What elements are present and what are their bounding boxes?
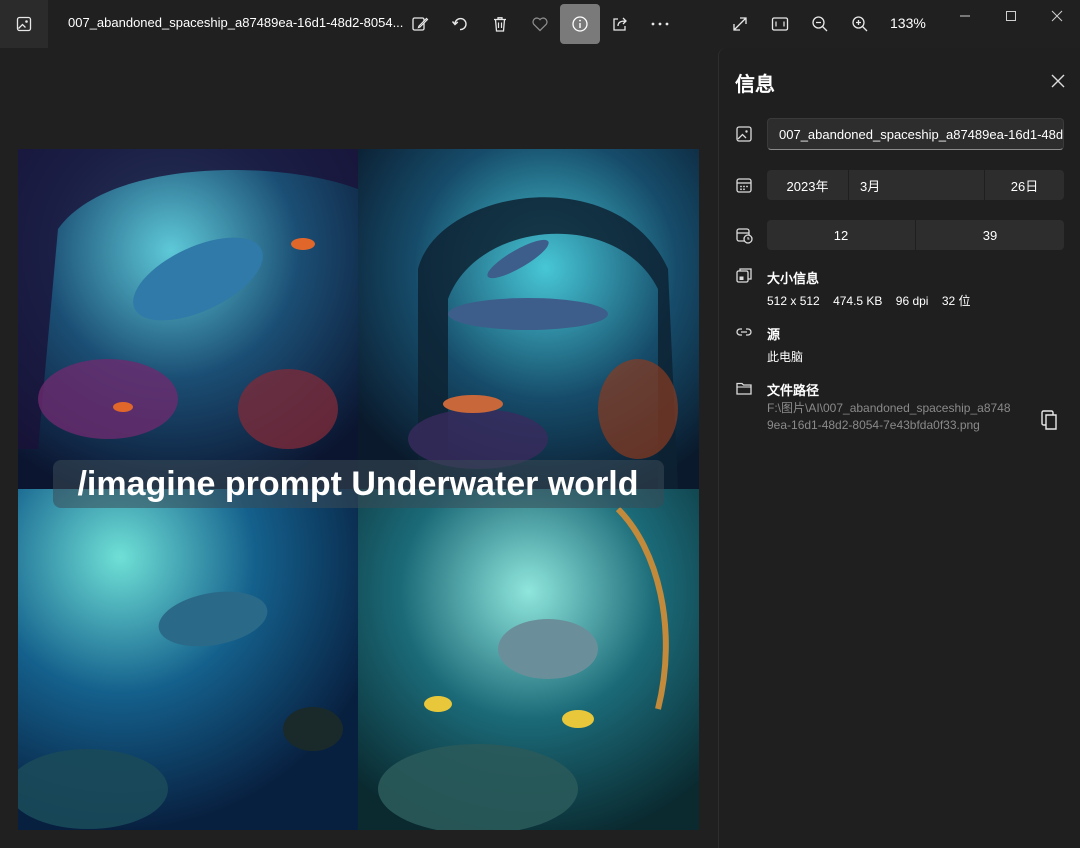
share-icon[interactable]	[600, 4, 640, 44]
link-icon	[735, 323, 753, 341]
size-info-title: 大小信息	[767, 271, 820, 286]
favorite-icon[interactable]	[520, 4, 560, 44]
panel-close-icon[interactable]	[1047, 70, 1069, 92]
zoom-level[interactable]: 133%	[890, 15, 926, 31]
image-dimensions: 512 x 512	[767, 294, 820, 308]
image-caption-text: /imagine prompt Underwater world	[77, 465, 638, 503]
delete-icon[interactable]	[480, 4, 520, 44]
info-icon[interactable]	[560, 4, 600, 44]
size-info-icon	[735, 267, 753, 285]
rotate-icon[interactable]	[440, 4, 480, 44]
info-panel: 信息 007_abandoned_spaceship_a87489ea-16d1…	[718, 48, 1080, 848]
zoom-out-icon[interactable]	[800, 4, 840, 44]
maximize-icon[interactable]	[988, 0, 1034, 32]
time-hour-field[interactable]: 12	[767, 220, 915, 250]
bit-depth: 32 位	[941, 294, 971, 308]
minimize-icon[interactable]	[942, 0, 988, 32]
close-icon[interactable]	[1034, 0, 1080, 32]
folder-icon	[735, 379, 753, 397]
panel-title: 信息	[735, 74, 775, 96]
photos-app-icon[interactable]	[0, 0, 48, 48]
fit-icon[interactable]	[760, 4, 800, 44]
file-name-field[interactable]: 007_abandoned_spaceship_a87489ea-16d1-48…	[767, 118, 1064, 150]
source-value: 此电脑	[767, 350, 804, 364]
date-year-field[interactable]: 2023年	[767, 170, 848, 200]
source-title: 源	[767, 327, 781, 342]
file-name-title: 007_abandoned_spaceship_a87489ea-16d1-48…	[68, 15, 404, 30]
file-size: 474.5 KB	[833, 294, 883, 308]
edit-icon[interactable]	[400, 4, 440, 44]
copy-path-icon[interactable]	[1039, 408, 1061, 432]
size-info-values: 512 x 512 474.5 KB 96 dpi 32 位	[767, 292, 981, 309]
clock-icon	[735, 226, 753, 244]
calendar-icon	[735, 176, 753, 194]
image-dpi: 96 dpi	[895, 294, 929, 308]
file-path-title: 文件路径	[767, 383, 820, 398]
file-path-value: F:\图片\AI\007_abandoned_spaceship_a87489e…	[767, 401, 1011, 432]
time-minute-field[interactable]: 39	[916, 220, 1064, 250]
more-icon[interactable]	[640, 4, 680, 44]
date-month-field[interactable]: 3月	[849, 170, 984, 200]
image-icon	[735, 125, 753, 143]
fullscreen-icon[interactable]	[720, 4, 760, 44]
date-day-field[interactable]: 26日	[985, 170, 1064, 200]
title-bar: 007_abandoned_spaceship_a87489ea-16d1-48…	[0, 0, 1080, 48]
underwater-image: /imagine prompt Underwater world	[18, 149, 699, 830]
zoom-in-icon[interactable]	[840, 4, 880, 44]
